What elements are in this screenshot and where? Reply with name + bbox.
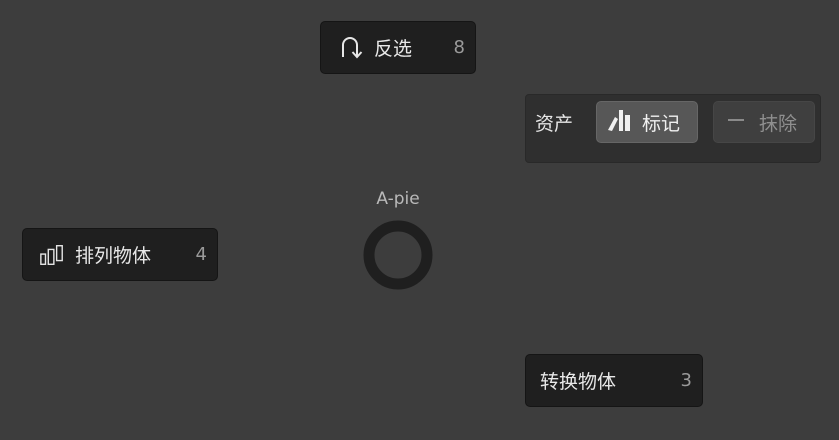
arrange-bars-icon	[39, 242, 65, 268]
hotkey-hint: 4	[195, 244, 207, 265]
mark-asset-button[interactable]: 标记	[596, 101, 698, 143]
pie-item-label: 排列物体	[75, 245, 152, 267]
pie-item-label: 转换物体	[540, 371, 617, 393]
clear-asset-button[interactable]: 抹除	[713, 101, 815, 143]
hotkey-hint: 3	[680, 370, 692, 391]
select-invert-icon	[338, 35, 364, 61]
clear-button-label: 抹除	[759, 112, 798, 135]
pie-center-ring	[362, 219, 434, 291]
pie-item-label: 反选	[374, 38, 413, 60]
minus-icon	[723, 107, 749, 137]
pie-menu-title: A-pie	[376, 189, 420, 209]
hotkey-hint: 8	[453, 37, 465, 58]
asset-panel-label: 资产	[535, 113, 574, 135]
pie-item-convert-objects[interactable]: 转换物体 3	[525, 354, 703, 407]
mark-button-label: 标记	[642, 112, 681, 135]
asset-mark-icon	[606, 107, 632, 137]
pie-item-invert-selection[interactable]: 反选 8	[320, 21, 476, 74]
asset-panel: 资产 标记 抹除	[525, 94, 821, 163]
pie-item-arrange-objects[interactable]: 排列物体 4	[22, 228, 218, 281]
